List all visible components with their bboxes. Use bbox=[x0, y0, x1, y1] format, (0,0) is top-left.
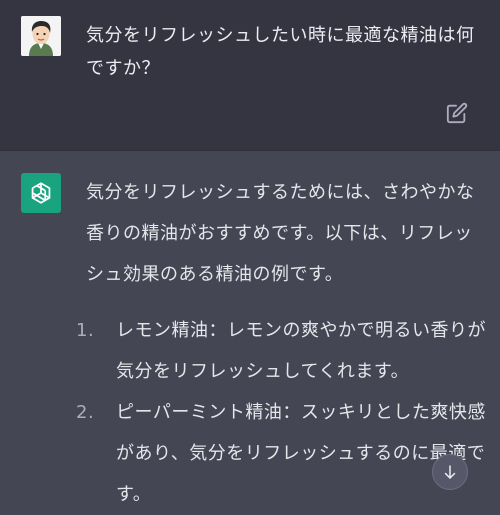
list-item-number: 2. bbox=[76, 402, 95, 423]
user-avatar bbox=[21, 16, 61, 56]
list-item-number: 1. bbox=[76, 320, 95, 341]
list-item: 1. レモン精油：レモンの爽やかで明るい香りが気分をリフレッシュしてくれます。 bbox=[76, 310, 486, 392]
bot-avatar bbox=[21, 173, 61, 213]
answer-intro-text: 気分をリフレッシュするためには、さわやかな香りの精油がおすすめです。以下は、リフ… bbox=[86, 182, 475, 285]
openai-logo-icon bbox=[31, 182, 51, 204]
assistant-message: 気分をリフレッシュするためには、さわやかな香りの精油がおすすめです。以下は、リフ… bbox=[0, 151, 500, 505]
list-item-text: レモン精油：レモンの爽やかで明るい香りが気分をリフレッシュしてくれます。 bbox=[116, 320, 486, 382]
answer-list: 1. レモン精油：レモンの爽やかで明るい香りが気分をリフレッシュしてくれます。 … bbox=[76, 310, 486, 515]
user-message: 気分をリフレッシュしたい時に最適な精油は何ですか？ bbox=[0, 0, 500, 150]
list-item-text: ピーパーミント精油：スッキリとした爽快感があり、気分をリフレッシュするのに最適で… bbox=[116, 402, 486, 505]
arrow-down-icon bbox=[444, 465, 456, 479]
list-item: 2. ピーパーミント精油：スッキリとした爽快感があり、気分をリフレッシュするのに… bbox=[76, 392, 486, 515]
scroll-down-button[interactable] bbox=[432, 454, 468, 490]
user-message-text: 気分をリフレッシュしたい時に最適な精油は何ですか？ bbox=[86, 25, 475, 79]
edit-icon[interactable] bbox=[446, 102, 468, 124]
user-avatar-illustration bbox=[21, 16, 61, 56]
